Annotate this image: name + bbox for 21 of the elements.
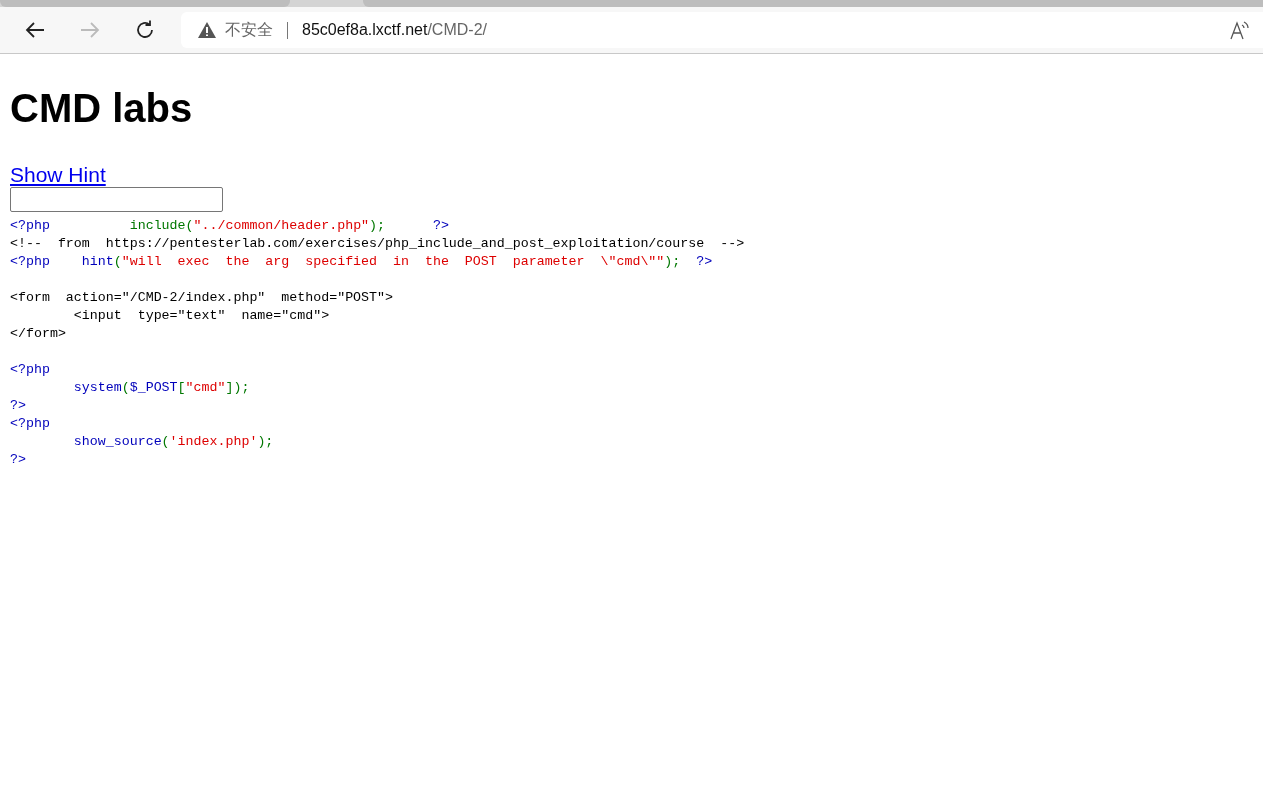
code-line: </form> (10, 325, 67, 343)
code-line: <form action="/CMD-2/index.php" method="POST"> (10, 289, 394, 307)
code-line: <input type="text" name="cmd"> (72, 307, 331, 325)
code-line: system($_POST["cmd"]); (72, 379, 251, 397)
warning-icon (197, 21, 217, 39)
url-path: /CMD-2/ (427, 21, 487, 39)
url-host: 85c0ef8a.lxctf.net (302, 21, 428, 39)
code-line: ?> (10, 451, 27, 469)
code-line: <?php include("../common/header.php"); ?> (10, 217, 450, 235)
read-aloud-icon[interactable] (1229, 20, 1251, 40)
show-hint-link[interactable]: Show Hint (10, 163, 106, 187)
page-heading: CMD labs (10, 86, 194, 131)
security-label: 不安全 (225, 19, 273, 40)
code-line: <?php hint("will exec the arg specified in the POST parameter \"cmd\""); ?> (10, 253, 714, 271)
code-line: <?php (10, 415, 51, 433)
address-bar[interactable]: 不安全 85c0ef8a.lxctf.net/CMD-2/ (181, 12, 1263, 48)
code-line: <?php (10, 361, 51, 379)
code-line: ?> (10, 397, 27, 415)
code-line: <!-- from https://pentesterlab.com/exercises/php_include_and_post_exploitation/course --> (10, 235, 746, 253)
text-input[interactable] (10, 187, 223, 212)
code-line: show_source('index.php'); (72, 433, 275, 451)
